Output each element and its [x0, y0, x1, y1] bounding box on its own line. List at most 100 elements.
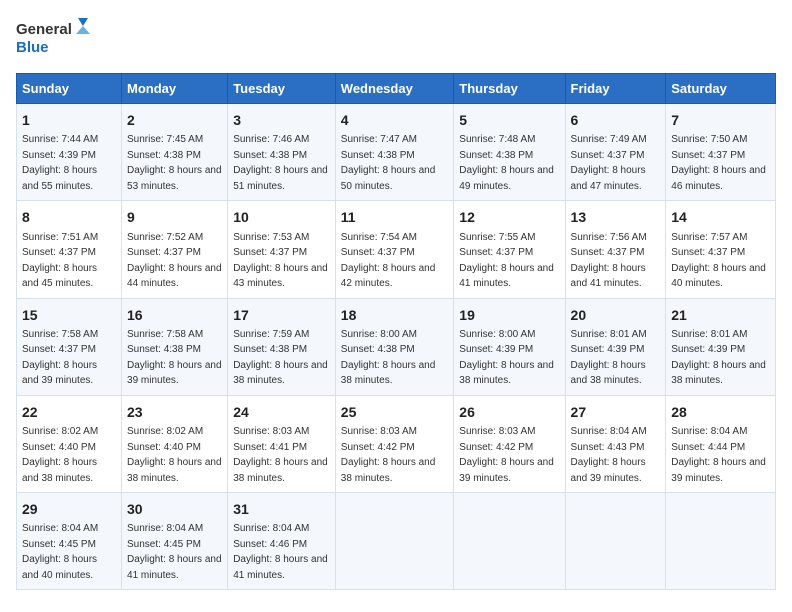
day-number: 16 — [127, 305, 222, 325]
sunrise-info: Sunrise: 8:03 AM — [341, 426, 417, 437]
day-number: 18 — [341, 305, 449, 325]
day-number: 7 — [671, 110, 770, 130]
daylight-info: Daylight: 8 hours and 50 minutes. — [341, 165, 436, 192]
sunrise-info: Sunrise: 7:50 AM — [671, 134, 747, 145]
header-sunday: Sunday — [17, 74, 122, 104]
calendar-cell: 26Sunrise: 8:03 AMSunset: 4:42 PMDayligh… — [454, 395, 565, 492]
sunrise-info: Sunrise: 8:02 AM — [127, 426, 203, 437]
daylight-info: Daylight: 8 hours and 43 minutes. — [233, 263, 328, 290]
sunrise-info: Sunrise: 7:46 AM — [233, 134, 309, 145]
daylight-info: Daylight: 8 hours and 47 minutes. — [571, 165, 646, 192]
sunrise-info: Sunrise: 7:57 AM — [671, 232, 747, 243]
daylight-info: Daylight: 8 hours and 42 minutes. — [341, 263, 436, 290]
calendar-week-row: 15Sunrise: 7:58 AMSunset: 4:37 PMDayligh… — [17, 298, 776, 395]
sunrise-info: Sunrise: 8:02 AM — [22, 426, 98, 437]
sunset-info: Sunset: 4:39 PM — [459, 344, 533, 355]
calendar-cell: 20Sunrise: 8:01 AMSunset: 4:39 PMDayligh… — [565, 298, 666, 395]
day-number: 3 — [233, 110, 330, 130]
daylight-info: Daylight: 8 hours and 38 minutes. — [341, 360, 436, 387]
calendar-cell: 13Sunrise: 7:56 AMSunset: 4:37 PMDayligh… — [565, 201, 666, 298]
sunset-info: Sunset: 4:37 PM — [459, 247, 533, 258]
day-number: 8 — [22, 207, 116, 227]
daylight-info: Daylight: 8 hours and 44 minutes. — [127, 263, 222, 290]
sunrise-info: Sunrise: 8:00 AM — [459, 329, 535, 340]
calendar-cell: 28Sunrise: 8:04 AMSunset: 4:44 PMDayligh… — [666, 395, 776, 492]
header: General Blue — [16, 16, 776, 61]
calendar-cell: 7Sunrise: 7:50 AMSunset: 4:37 PMDaylight… — [666, 104, 776, 201]
calendar-cell: 30Sunrise: 8:04 AMSunset: 4:45 PMDayligh… — [122, 493, 228, 590]
sunrise-info: Sunrise: 8:01 AM — [571, 329, 647, 340]
calendar-cell: 15Sunrise: 7:58 AMSunset: 4:37 PMDayligh… — [17, 298, 122, 395]
calendar-cell: 6Sunrise: 7:49 AMSunset: 4:37 PMDaylight… — [565, 104, 666, 201]
daylight-info: Daylight: 8 hours and 39 minutes. — [459, 457, 554, 484]
day-number: 31 — [233, 499, 330, 519]
calendar-cell: 29Sunrise: 8:04 AMSunset: 4:45 PMDayligh… — [17, 493, 122, 590]
sunset-info: Sunset: 4:38 PM — [233, 344, 307, 355]
calendar-cell: 18 Sunrise: 8:00 AM Sunset: 4:38 PM Dayligh… — [335, 298, 454, 395]
calendar-cell: 9Sunrise: 7:52 AMSunset: 4:37 PMDaylight… — [122, 201, 228, 298]
day-number: 20 — [571, 305, 661, 325]
sunset-info: Sunset: 4:37 PM — [127, 247, 201, 258]
calendar-cell: 23Sunrise: 8:02 AMSunset: 4:40 PMDayligh… — [122, 395, 228, 492]
calendar-cell: 19Sunrise: 8:00 AMSunset: 4:39 PMDayligh… — [454, 298, 565, 395]
calendar-cell: 3Sunrise: 7:46 AMSunset: 4:38 PMDaylight… — [228, 104, 336, 201]
daylight-info: Daylight: 8 hours and 38 minutes. — [233, 360, 328, 387]
svg-text:General: General — [16, 21, 72, 38]
header-wednesday: Wednesday — [335, 74, 454, 104]
calendar-cell: 21Sunrise: 8:01 AMSunset: 4:39 PMDayligh… — [666, 298, 776, 395]
sunset-info: Sunset: 4:45 PM — [127, 539, 201, 550]
sunrise-info: Sunrise: 8:04 AM — [571, 426, 647, 437]
sunset-info: Sunset: 4:37 PM — [671, 247, 745, 258]
calendar-week-row: 29Sunrise: 8:04 AMSunset: 4:45 PMDayligh… — [17, 493, 776, 590]
sunset-info: Sunset: 4:46 PM — [233, 539, 307, 550]
day-number: 28 — [671, 402, 770, 422]
calendar-cell — [565, 493, 666, 590]
day-number: 13 — [571, 207, 661, 227]
daylight-info: Daylight: 8 hours and 39 minutes. — [571, 457, 646, 484]
calendar-cell: 25Sunrise: 8:03 AMSunset: 4:42 PMDayligh… — [335, 395, 454, 492]
calendar-week-row: 1Sunrise: 7:44 AMSunset: 4:39 PMDaylight… — [17, 104, 776, 201]
sunrise-info: Sunrise: 7:58 AM — [127, 329, 203, 340]
calendar-table: SundayMondayTuesdayWednesdayThursdayFrid… — [16, 73, 776, 590]
day-number: 10 — [233, 207, 330, 227]
daylight-info: Daylight: 8 hours and 41 minutes. — [127, 554, 222, 581]
day-number: 21 — [671, 305, 770, 325]
sunrise-info: Sunrise: 8:00 AM — [341, 329, 417, 340]
sunset-info: Sunset: 4:38 PM — [341, 150, 415, 161]
daylight-info: Daylight: 8 hours and 38 minutes. — [22, 457, 97, 484]
sunrise-info: Sunrise: 8:03 AM — [233, 426, 309, 437]
daylight-info: Daylight: 8 hours and 40 minutes. — [22, 554, 97, 581]
sunset-info: Sunset: 4:38 PM — [127, 344, 201, 355]
day-number: 6 — [571, 110, 661, 130]
header-saturday: Saturday — [666, 74, 776, 104]
day-number: 26 — [459, 402, 559, 422]
daylight-info: Daylight: 8 hours and 38 minutes. — [341, 457, 436, 484]
logo: General Blue — [16, 16, 96, 61]
sunset-info: Sunset: 4:44 PM — [671, 442, 745, 453]
day-number: 25 — [341, 402, 449, 422]
sunset-info: Sunset: 4:39 PM — [22, 150, 96, 161]
day-number: 14 — [671, 207, 770, 227]
day-number: 11 — [341, 207, 449, 227]
day-number: 1 — [22, 110, 116, 130]
daylight-info: Daylight: 8 hours and 53 minutes. — [127, 165, 222, 192]
daylight-info: Daylight: 8 hours and 39 minutes. — [127, 360, 222, 387]
sunrise-info: Sunrise: 7:59 AM — [233, 329, 309, 340]
calendar-cell: 1Sunrise: 7:44 AMSunset: 4:39 PMDaylight… — [17, 104, 122, 201]
sunrise-info: Sunrise: 8:04 AM — [233, 523, 309, 534]
sunset-info: Sunset: 4:38 PM — [341, 344, 415, 355]
day-number: 2 — [127, 110, 222, 130]
calendar-cell: 22Sunrise: 8:02 AMSunset: 4:40 PMDayligh… — [17, 395, 122, 492]
header-monday: Monday — [122, 74, 228, 104]
day-number: 12 — [459, 207, 559, 227]
calendar-cell: 2Sunrise: 7:45 AMSunset: 4:38 PMDaylight… — [122, 104, 228, 201]
sunrise-info: Sunrise: 7:55 AM — [459, 232, 535, 243]
sunrise-info: Sunrise: 7:53 AM — [233, 232, 309, 243]
day-number: 19 — [459, 305, 559, 325]
header-tuesday: Tuesday — [228, 74, 336, 104]
calendar-cell: 27Sunrise: 8:04 AMSunset: 4:43 PMDayligh… — [565, 395, 666, 492]
sunrise-info: Sunrise: 8:04 AM — [22, 523, 98, 534]
day-number: 5 — [459, 110, 559, 130]
day-number: 30 — [127, 499, 222, 519]
daylight-info: Daylight: 8 hours and 41 minutes. — [233, 554, 328, 581]
